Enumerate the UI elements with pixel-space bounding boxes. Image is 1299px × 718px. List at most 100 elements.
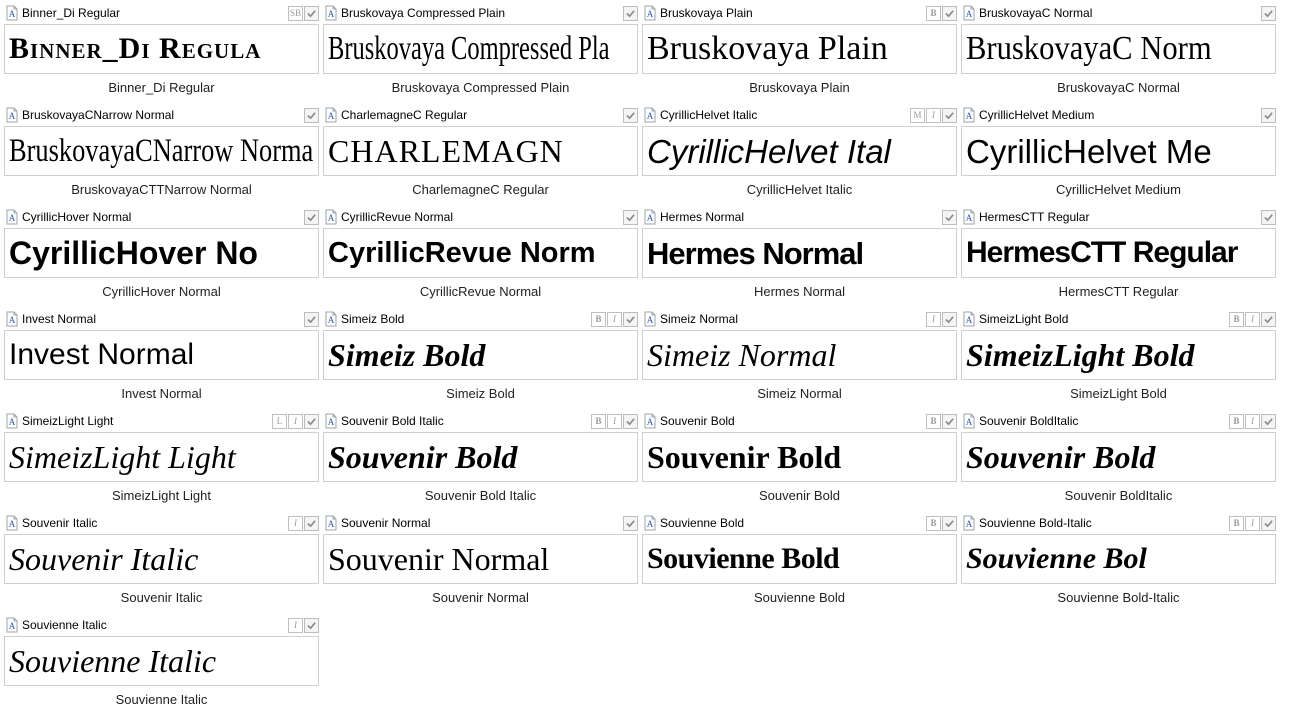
font-preview-box[interactable]: Hermes Normal <box>642 228 957 278</box>
font-preview-box[interactable]: BruskovayaCNarrow Norma <box>4 126 319 176</box>
font-caption: CyrillicRevue Normal <box>323 284 638 302</box>
font-preview-box[interactable]: Souvenir Normal <box>323 534 638 584</box>
font-caption: CyrillicHelvet Medium <box>961 182 1276 200</box>
font-card-header: ABruskovaya PlainB <box>642 4 957 22</box>
svg-text:A: A <box>9 111 16 121</box>
font-card[interactable]: ASimeiz NormalISimeiz NormalSimeiz Norma… <box>642 310 957 408</box>
font-card[interactable]: ACyrillicRevue Normal CyrillicRevue Norm C… <box>323 208 638 306</box>
font-preview-box[interactable]: Souvenir Italic <box>4 534 319 584</box>
font-card[interactable]: ASimeizLight LightLISimeizLight LightSim… <box>4 412 319 510</box>
font-preview-box[interactable]: CyrillicHelvet Me <box>961 126 1276 176</box>
font-card[interactable]: ACyrillicHelvet ItalicMICyrillicHelvet I… <box>642 106 957 204</box>
font-card[interactable]: ASimeiz BoldBISimeiz BoldSimeiz Bold <box>323 310 638 408</box>
font-preview-text: Souvenir Normal <box>328 543 549 575</box>
font-preview-box[interactable]: Souvenir Bold <box>642 432 957 482</box>
font-preview-text: CyrillicHover No <box>9 237 258 269</box>
font-card-header: ACyrillicHelvet Medium <box>961 106 1276 124</box>
font-card[interactable]: ASouvenir Bold ItalicBISouvenir BoldSouv… <box>323 412 638 510</box>
font-preview-box[interactable]: Souvienne Bol <box>961 534 1276 584</box>
font-card[interactable]: ABruskovaya PlainBBruskovaya PlainBrusko… <box>642 4 957 102</box>
font-card[interactable]: ASouvienne BoldBSouvienne BoldSouvienne … <box>642 514 957 612</box>
svg-text:A: A <box>9 315 16 325</box>
font-card[interactable]: ASouvienne Bold-ItalicBISouvienne BolSou… <box>961 514 1276 612</box>
font-preview-box[interactable]: Binner_Di Regula <box>4 24 319 74</box>
badge-row <box>623 6 638 21</box>
font-card[interactable]: ASouvenir BoldBSouvenir BoldSouvenir Bol… <box>642 412 957 510</box>
font-card[interactable]: ACyrillicHelvet Medium CyrillicHelvet Me C… <box>961 106 1276 204</box>
svg-text:A: A <box>647 519 654 529</box>
font-name-label: CharlemagneC Regular <box>341 108 623 122</box>
font-preview-box[interactable]: Invest Normal <box>4 330 319 380</box>
font-preview-box[interactable]: CyrillicHelvet Ital <box>642 126 957 176</box>
font-preview-box[interactable]: BruskovayaC Norm <box>961 24 1276 74</box>
font-caption: SimeizLight Light <box>4 488 319 506</box>
font-preview-box[interactable]: Simeiz Bold <box>323 330 638 380</box>
font-preview-text: Binner_Di Regula <box>9 34 261 64</box>
font-card-header: ASouvenir ItalicI <box>4 514 319 532</box>
font-name-label: Souvenir BoldItalic <box>979 414 1229 428</box>
font-preview-box[interactable]: Bruskovaya Compressed Pla <box>323 24 638 74</box>
font-card[interactable]: AInvest NormalInvest NormalInvest Normal <box>4 310 319 408</box>
font-preview-box[interactable]: Simeiz Normal <box>642 330 957 380</box>
font-preview-text: Souvenir Bold <box>328 441 517 473</box>
badge-row <box>304 312 319 327</box>
font-card[interactable]: ABruskovayaC NormalBruskovayaC NormBrusk… <box>961 4 1276 102</box>
font-card[interactable]: ACyrillicHover NormalCyrillicHover NoCyr… <box>4 208 319 306</box>
font-card[interactable]: ACharlemagneC RegularCHARLEMAGNCharlemag… <box>323 106 638 204</box>
font-card[interactable]: AHermesCTT RegularHermesCTT RegularHerme… <box>961 208 1276 306</box>
font-preview-box[interactable]: CyrillicRevue Norm <box>323 228 638 278</box>
font-card[interactable]: ASouvenir NormalSouvenir NormalSouvenir … <box>323 514 638 612</box>
style-badge-i: I <box>926 108 941 123</box>
check-badge-icon <box>942 516 957 531</box>
check-badge-icon <box>623 6 638 21</box>
font-file-icon: A <box>4 5 20 21</box>
font-file-icon: A <box>323 209 339 225</box>
svg-text:A: A <box>966 213 973 223</box>
font-preview-box[interactable]: CHARLEMAGN <box>323 126 638 176</box>
font-card[interactable]: ABruskovayaCNarrow Normal BruskovayaCNarr… <box>4 106 319 204</box>
font-card[interactable]: ASouvenir BoldItalicBISouvenir BoldSouve… <box>961 412 1276 510</box>
font-preview-box[interactable]: Souvenir Bold <box>323 432 638 482</box>
font-name-label: SimeizLight Light <box>22 414 272 428</box>
style-badge-i: I <box>926 312 941 327</box>
font-preview-box[interactable]: HermesCTT Regular <box>961 228 1276 278</box>
font-caption: Souvenir Normal <box>323 590 638 608</box>
font-card[interactable]: ASimeizLight BoldBISimeizLight BoldSimei… <box>961 310 1276 408</box>
font-caption: Souvenir Bold <box>642 488 957 506</box>
font-caption: CyrillicHelvet Italic <box>642 182 957 200</box>
font-card-header: ABruskovayaCNarrow Normal <box>4 106 319 124</box>
font-file-icon: A <box>323 413 339 429</box>
check-badge-icon <box>942 210 957 225</box>
font-name-label: Souvenir Bold <box>660 414 926 428</box>
font-caption: Hermes Normal <box>642 284 957 302</box>
font-file-icon: A <box>4 209 20 225</box>
font-card[interactable]: AHermes NormalHermes NormalHermes Normal <box>642 208 957 306</box>
font-name-label: Bruskovaya Compressed Plain <box>341 6 623 20</box>
check-badge-icon <box>304 108 319 123</box>
font-card[interactable]: ASouvienne ItalicISouvienne ItalicSouvie… <box>4 616 319 714</box>
badge-row <box>1261 6 1276 21</box>
font-preview-box[interactable]: Souvienne Bold <box>642 534 957 584</box>
font-preview-box[interactable]: Souvenir Bold <box>961 432 1276 482</box>
font-card-header: ACyrillicRevue Normal <box>323 208 638 226</box>
font-preview-box[interactable]: SimeizLight Light <box>4 432 319 482</box>
style-badge-b: B <box>591 312 606 327</box>
check-badge-icon <box>623 516 638 531</box>
font-card[interactable]: ABinner_Di RegularSBBinner_Di RegulaBinn… <box>4 4 319 102</box>
font-preview-box[interactable]: CyrillicHover No <box>4 228 319 278</box>
style-badge-b: B <box>1229 312 1244 327</box>
svg-text:A: A <box>9 519 16 529</box>
font-preview-box[interactable]: SimeizLight Bold <box>961 330 1276 380</box>
font-card[interactable]: ASouvenir ItalicI Souvenir Italic Souvenir… <box>4 514 319 612</box>
check-badge-icon <box>623 210 638 225</box>
badge-row: BI <box>1229 414 1276 429</box>
font-caption: Souvenir Italic <box>4 590 319 608</box>
font-name-label: CyrillicHelvet Italic <box>660 108 910 122</box>
svg-text:A: A <box>647 213 654 223</box>
font-preview-box[interactable]: Souvienne Italic <box>4 636 319 686</box>
badge-row: SB <box>288 6 319 21</box>
font-preview-box[interactable]: Bruskovaya Plain <box>642 24 957 74</box>
font-card[interactable]: ABruskovaya Compressed PlainBruskovaya C… <box>323 4 638 102</box>
badge-row <box>623 210 638 225</box>
font-caption: SimeizLight Bold <box>961 386 1276 404</box>
